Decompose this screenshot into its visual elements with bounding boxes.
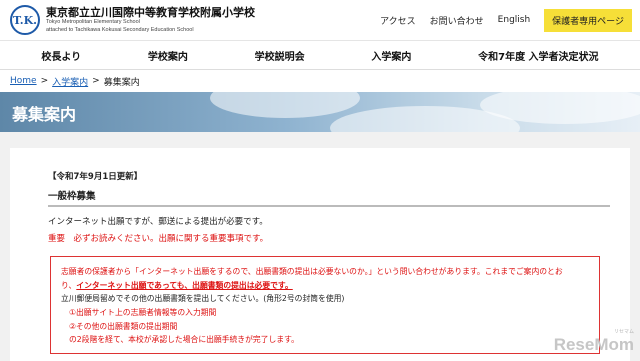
parent-page-button[interactable]: 保護者専用ページ	[544, 8, 632, 32]
notice-line-prefix: り、	[61, 280, 77, 290]
school-name-en-line1: Tokyo Metropolitan Elementary School	[46, 19, 140, 25]
watermark-jp: リセマム	[613, 329, 634, 335]
utility-links: アクセス お問い合わせ English 保護者専用ページ	[380, 8, 632, 32]
notice-line: り、インターネット出願であっても、出願書類の提出は必要です。	[61, 279, 589, 293]
breadcrumb-separator: >	[40, 76, 49, 86]
resemom-watermark: リセマム ReseMom	[554, 328, 634, 355]
page-title: 募集案内	[12, 105, 77, 124]
breadcrumb-current: 募集案内	[103, 77, 140, 88]
notice-line: 立川郵便局留めでその他の出願書類を提出してください。(角形2号の封筒を使用)	[61, 294, 345, 304]
breadcrumb-home[interactable]: Home	[10, 76, 37, 86]
english-link[interactable]: English	[498, 15, 531, 25]
main-nav: 校長より 学校案内 学校説明会 入学案内 令和7年度 入学者決定状況	[0, 40, 640, 70]
cloud-decoration	[210, 92, 360, 118]
update-date: 【令和7年9月1日更新】	[48, 172, 143, 182]
school-name-jp: 東京都立立川国際中等教育学校附属小学校	[46, 6, 255, 19]
nav-info-session[interactable]: 学校説明会	[255, 48, 305, 63]
school-logo[interactable]: T.K.	[10, 5, 40, 35]
section-title: 一般枠募集	[48, 188, 610, 207]
watermark-logo: ReseMom	[553, 335, 634, 354]
access-link[interactable]: アクセス	[380, 14, 416, 27]
notice-list-item: ②その他の出願書類の提出期間	[69, 321, 178, 331]
school-name-en-line2: attached to Tachikawa Kokusai Secondary …	[46, 26, 194, 33]
notice-emphasis: インターネット出願であっても、出願書類の提出は必要です。	[76, 280, 293, 290]
lead-text: インターネット出願ですが、郵送による提出が必要です。	[48, 217, 268, 227]
notice-box: 志願者の保護者から「インターネット出願をするので、出願書類の提出は必要ないのか。…	[50, 256, 600, 354]
nav-admission[interactable]: 入学案内	[371, 48, 411, 63]
notice-line: の2段階を経て、本校が承認した場合に出願手続きが完了します。	[69, 335, 299, 345]
breadcrumb-separator: >	[92, 76, 100, 86]
breadcrumb: Home > 入学案内 > 募集案内	[0, 70, 640, 92]
nav-principal[interactable]: 校長より	[41, 48, 81, 63]
notice-line: 志願者の保護者から「インターネット出願をするので、出願書類の提出は必要ないのか。…	[61, 267, 563, 276]
school-name-block[interactable]: 東京都立立川国際中等教育学校附属小学校 Tokyo Metropolitan E…	[46, 7, 255, 33]
nav-school-guide[interactable]: 学校案内	[148, 48, 188, 63]
main-content: 【令和7年9月1日更新】 一般枠募集 インターネット出願ですが、郵送による提出が…	[10, 148, 630, 361]
page-hero-banner: 募集案内	[0, 92, 640, 132]
nav-admission-results[interactable]: 令和7年度 入学者決定状況	[478, 48, 598, 63]
notice-list-item: ①出願サイト上の志願者情報等の入力期間	[69, 307, 217, 317]
contact-link[interactable]: お問い合わせ	[430, 14, 484, 27]
site-header: T.K. 東京都立立川国際中等教育学校附属小学校 Tokyo Metropoli…	[0, 0, 640, 40]
breadcrumb-admission[interactable]: 入学案内	[52, 75, 88, 88]
important-notice-text: 重要 必ずお読みください。出願に関する重要事項です。	[48, 234, 269, 244]
